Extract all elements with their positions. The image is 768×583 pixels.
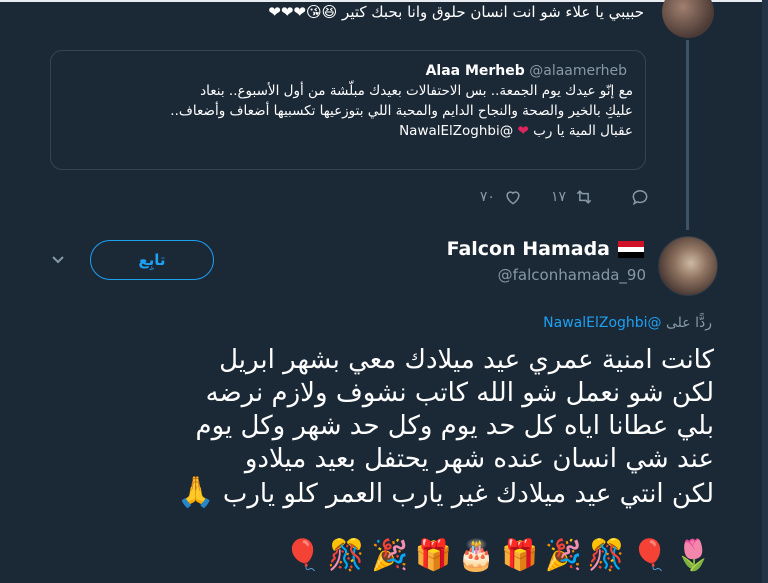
like-action[interactable]: ٧٠ <box>480 187 523 207</box>
iraq-flag-icon <box>618 241 644 258</box>
reply-icon <box>632 190 648 206</box>
quoted-tweet-text: مع إنّو عيدك يوم الجمعة.. بس الاحتفالات … <box>63 81 633 141</box>
tulip-emoji: 🌷 <box>674 538 712 573</box>
confetti-ball-emoji: 🎊 <box>327 538 366 573</box>
scrollbar[interactable] <box>762 0 768 583</box>
party-popper-emoji: 🎉 <box>544 538 582 573</box>
retweet-count: ١٧ <box>550 189 566 205</box>
replying-to: ردًّا على @NawalElZoghbi <box>543 315 712 331</box>
cake-emoji: 🎂 <box>457 538 496 573</box>
quoted-line-3: عقبال المية يا رب ❤ @NawalElZoghbi <box>63 121 633 141</box>
like-icon <box>506 191 520 205</box>
balloon-emoji: 🎈 <box>631 538 669 573</box>
quoted-user-handle: @alaamerheb <box>529 63 627 79</box>
quoted-line-3-text: عقبال المية يا رب <box>533 123 633 139</box>
party-popper-emoji: 🎉 <box>371 538 409 573</box>
emoji-row: 🌷 🎈 🎊 🎉 🎁 🎂 🎁 🎉 🎊 🎈 <box>284 536 712 576</box>
tweet-text: كانت امنية عمري عيد ميلادك معي بشهر ابري… <box>34 344 714 511</box>
replying-to-mention[interactable]: @NawalElZoghbi <box>543 315 661 331</box>
user-handle: @falconhamada_90 <box>497 266 646 284</box>
tweet-body: كانت امنية عمري عيد ميلادك معي بشهر ابري… <box>195 345 715 509</box>
previous-tweet-text: حبيبي يا علاء شو انت انسان حلوق وانا بحب… <box>84 2 644 22</box>
pray-emoji: 🙏 <box>177 475 215 510</box>
user-name[interactable]: Falcon Hamada <box>447 238 610 260</box>
quoted-tweet[interactable]: Alaa Merheb @alaamerheb مع إنّو عيدك يوم… <box>50 50 646 170</box>
replying-to-prefix: ردًّا على <box>666 315 712 331</box>
tweet-actions: ١٧ ٧٠ <box>380 184 650 210</box>
previous-tweet-emojis: 😆😘❤❤❤ <box>268 3 338 21</box>
quoted-mention[interactable]: @NawalElZoghbi <box>399 123 513 139</box>
balloon-emoji: 🎈 <box>284 538 322 573</box>
retweet-icon <box>576 190 592 204</box>
user-avatar[interactable] <box>658 236 718 296</box>
thread-line <box>686 40 689 230</box>
gift-emoji: 🎁 <box>414 538 452 573</box>
like-count: ٧٠ <box>479 189 495 205</box>
quoted-line-1: مع إنّو عيدك يوم الجمعة.. بس الاحتفالات … <box>200 83 633 99</box>
reply-action[interactable] <box>622 187 650 207</box>
retweet-action[interactable]: ١٧ <box>551 187 594 207</box>
follow-button[interactable]: تابِع <box>90 240 214 280</box>
quoted-user-name[interactable]: Alaa Merheb <box>426 63 525 79</box>
user-name-row[interactable]: Falcon Hamada <box>447 238 644 260</box>
previous-tweet-body: حبيبي يا علاء شو انت انسان حلوق وانا بحب… <box>342 3 644 21</box>
quoted-tweet-header: Alaa Merheb @alaamerheb <box>63 61 633 81</box>
confetti-ball-emoji: 🎊 <box>587 538 626 573</box>
chevron-down-icon[interactable] <box>50 254 66 266</box>
gift-emoji: 🎁 <box>501 538 539 573</box>
heart-icon: ❤ <box>517 123 529 139</box>
quoted-line-2: عليكِ بالخير والصحة والنجاح الدايم والمح… <box>170 103 633 119</box>
previous-tweet-avatar[interactable] <box>662 0 714 38</box>
